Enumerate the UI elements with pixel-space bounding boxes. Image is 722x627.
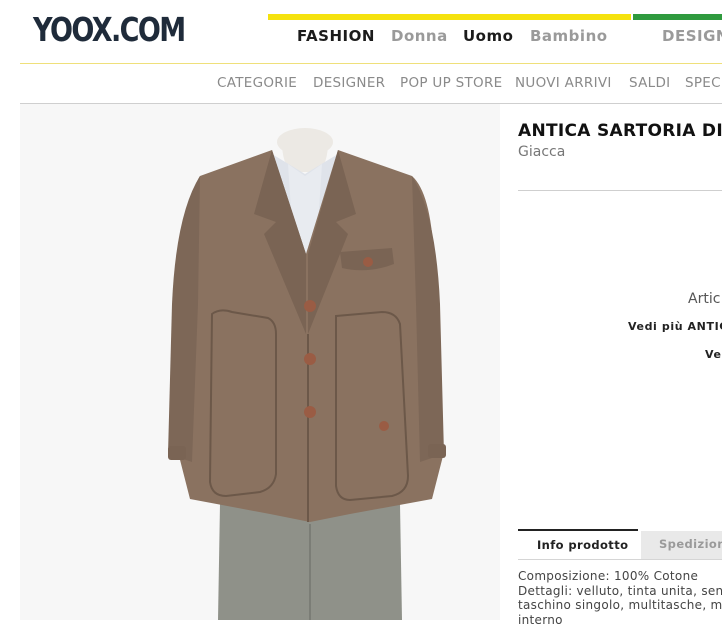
nav-design[interactable]: DESIGN bbox=[662, 27, 722, 45]
subnav-categorie[interactable]: CATEGORIE bbox=[217, 75, 297, 91]
nav-fashion[interactable]: FASHION bbox=[297, 27, 375, 45]
subnav-designer[interactable]: DESIGNER bbox=[313, 75, 385, 91]
header-divider bbox=[20, 63, 722, 64]
design-accent-bar bbox=[633, 14, 722, 20]
see-more-brand-link[interactable]: Vedi più ANTIC bbox=[628, 320, 722, 333]
nav-uomo[interactable]: Uomo bbox=[463, 27, 513, 45]
tab-info-label: Info prodotto bbox=[537, 538, 628, 552]
details-text-2: taschino singolo, multitasche, ma bbox=[518, 598, 722, 613]
see-more-link[interactable]: Ve bbox=[705, 348, 722, 361]
product-brand-title: ANTICA SARTORIA DI M bbox=[518, 121, 722, 141]
article-code-label: Artic bbox=[688, 291, 720, 307]
nav-bambino[interactable]: Bambino bbox=[530, 27, 608, 45]
subnav-saldi[interactable]: SALDI bbox=[629, 75, 670, 91]
subnav-speciali[interactable]: SPECI bbox=[685, 75, 722, 91]
fashion-accent-bar bbox=[268, 14, 631, 20]
title-divider bbox=[518, 190, 722, 191]
details-text-1: Dettagli: velluto, tinta unita, senz bbox=[518, 584, 722, 599]
nav-donna[interactable]: Donna bbox=[391, 27, 448, 45]
tab-info-prodotto[interactable]: Info prodotto bbox=[518, 529, 638, 559]
composition-text: Composizione: 100% Cotone bbox=[518, 569, 722, 584]
product-info-panel: Composizione: 100% Cotone Dettagli: vell… bbox=[518, 569, 722, 627]
tabs-divider bbox=[518, 559, 722, 560]
tab-spedizione[interactable]: Spedizion bbox=[641, 531, 722, 559]
jacket-illustration bbox=[20, 104, 500, 620]
subnav-pop-up-store[interactable]: POP UP STORE bbox=[400, 75, 502, 91]
subnav-nuovi-arrivi[interactable]: NUOVI ARRIVI bbox=[515, 75, 612, 91]
product-category: Giacca bbox=[518, 144, 565, 160]
tab-shipping-label: Spedizion bbox=[659, 537, 722, 551]
yoox-logo[interactable]: YOOX.COM bbox=[33, 10, 184, 49]
product-image[interactable] bbox=[20, 104, 500, 620]
